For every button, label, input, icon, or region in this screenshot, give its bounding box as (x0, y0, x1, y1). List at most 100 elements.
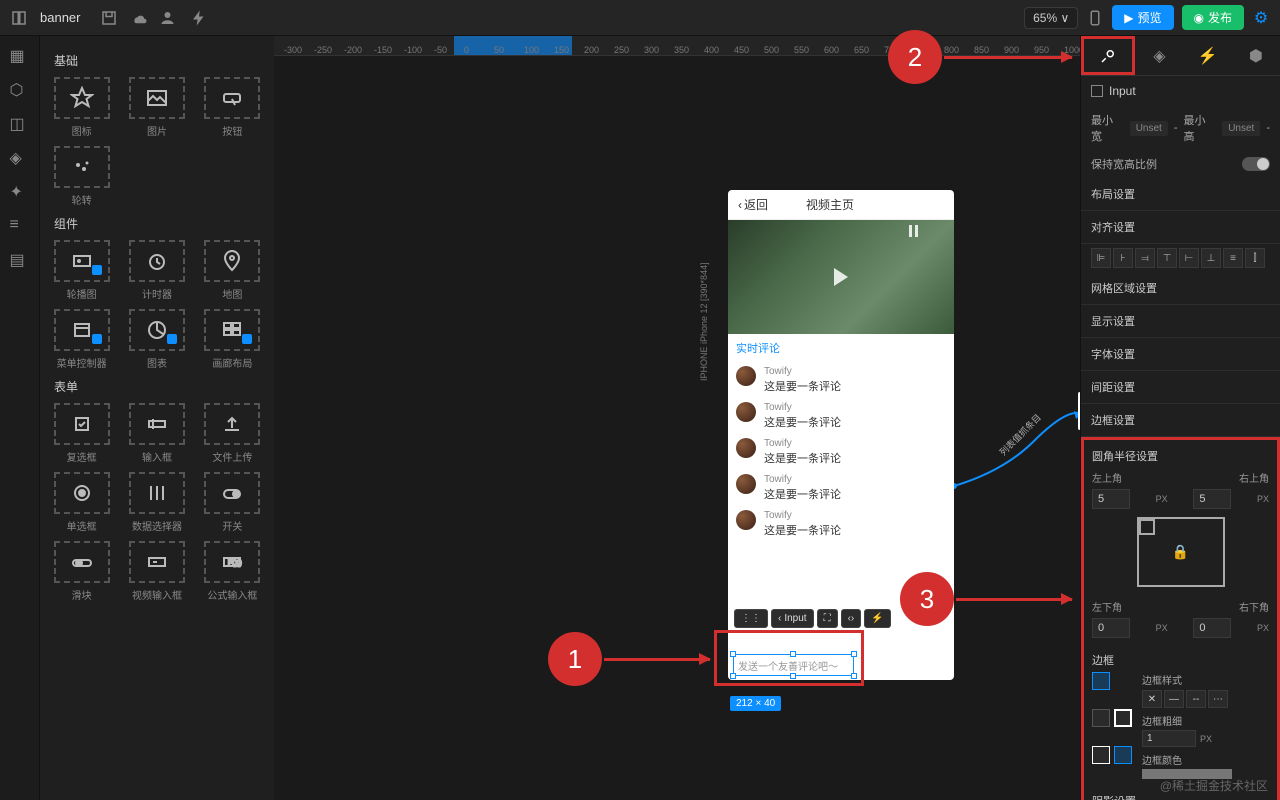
user-add-icon[interactable] (160, 9, 178, 27)
corner-bl-input[interactable] (1092, 618, 1130, 638)
section-spacing[interactable]: 间距设置 (1081, 371, 1280, 404)
border-right[interactable] (1114, 709, 1132, 727)
comment-row[interactable]: Towify这是要一条评论 (728, 434, 954, 470)
expand-icon[interactable]: ⛶ (817, 609, 838, 628)
pin-icon[interactable]: ✦ (10, 182, 30, 202)
comp-image[interactable]: 图片 (123, 77, 190, 138)
border-width-input[interactable] (1142, 730, 1196, 747)
canvas[interactable]: -300-250-200-150-100-5005010015020025030… (274, 36, 1080, 800)
comp-gallery[interactable]: 画廊布局 (199, 309, 266, 370)
align-center-v[interactable]: ⊢ (1179, 248, 1199, 268)
drag-handle[interactable]: ⋮⋮ (734, 609, 768, 628)
comp-chart[interactable]: 图表 (123, 309, 190, 370)
lock-icon[interactable]: 🔒 (1172, 544, 1189, 561)
comp-switch[interactable]: 开关 (199, 472, 266, 533)
align-top[interactable]: ⊤ (1157, 248, 1177, 268)
comp-icon[interactable]: 图标 (48, 77, 115, 138)
comment-row[interactable]: Towify这是要一条评论 (728, 506, 954, 542)
bolt-icon[interactable]: ⚡ (864, 609, 890, 628)
save-icon[interactable] (100, 9, 118, 27)
comment-author: Towify (764, 366, 841, 377)
align-center-h[interactable]: ⊦ (1113, 248, 1133, 268)
layers-icon[interactable] (10, 9, 28, 27)
align-right[interactable]: ⫤ (1135, 248, 1155, 268)
comp-button[interactable]: 按钮 (199, 77, 266, 138)
comp-slider[interactable]: 滑块 (48, 541, 115, 602)
zoom-select[interactable]: 65% ∨ (1024, 7, 1078, 29)
device-icon[interactable] (1086, 9, 1104, 27)
code-icon[interactable]: ‹› (841, 609, 862, 628)
tab-layout[interactable]: ◈ (1135, 36, 1183, 75)
section-border[interactable]: 边框设置 (1081, 404, 1280, 437)
section-layout[interactable]: 布局设置 (1081, 178, 1280, 211)
bolt-icon[interactable] (190, 9, 208, 27)
section-grid-area[interactable]: 网格区域设置 (1081, 272, 1280, 305)
comment-row[interactable]: Towify这是要一条评论 (728, 398, 954, 434)
corner-tl-input[interactable] (1092, 489, 1130, 509)
comment-row[interactable]: Towify这是要一条评论 (728, 362, 954, 398)
align-bottom[interactable]: ⊥ (1201, 248, 1221, 268)
resize-handle[interactable] (730, 651, 736, 657)
distribute-v[interactable]: ⫿ (1245, 248, 1265, 268)
comp-input[interactable]: 输入框 (123, 403, 190, 464)
resize-handle[interactable] (790, 673, 796, 679)
comp-data-picker[interactable]: 数据选择器 (123, 472, 190, 533)
list-icon[interactable]: ≡ (10, 216, 30, 236)
comment-author: Towify (764, 402, 841, 413)
annotation-2: 2 (888, 30, 942, 84)
comp-video-input[interactable]: 视频输入框 (123, 541, 190, 602)
min-width-input[interactable]: Unset (1130, 121, 1168, 136)
breadcrumb-input[interactable]: ‹ Input (771, 609, 814, 628)
grid-icon[interactable]: ▤ (10, 250, 30, 270)
settings-icon[interactable]: ⚙ (1252, 9, 1270, 27)
comp-upload[interactable]: 文件上传 (199, 403, 266, 464)
border-left[interactable] (1114, 746, 1132, 764)
distribute-h[interactable]: ≡ (1223, 248, 1243, 268)
comp-map[interactable]: 地图 (199, 240, 266, 301)
min-height-input[interactable]: Unset (1222, 121, 1260, 136)
device-label: IPHONE iPhone 12 [390*844] (699, 262, 709, 381)
section-font[interactable]: 字体设置 (1081, 338, 1280, 371)
border-dashed[interactable]: -- (1186, 690, 1206, 708)
resize-handle[interactable] (851, 651, 857, 657)
tree-icon[interactable]: ⬡ (10, 80, 30, 100)
border-solid[interactable]: — (1164, 690, 1184, 708)
border-none[interactable]: ✕ (1142, 690, 1162, 708)
realtime-label: 实时评论 (728, 334, 954, 362)
border-top[interactable] (1092, 709, 1110, 727)
border-bottom[interactable] (1092, 746, 1110, 764)
resize-handle[interactable] (851, 673, 857, 679)
back-button[interactable]: ‹ 返回 (738, 196, 768, 213)
cloud-icon[interactable] (130, 9, 148, 27)
components-icon[interactable]: ◫ (10, 114, 30, 134)
corner-tr-input[interactable] (1193, 489, 1231, 509)
comp-menu-ctrl[interactable]: 菜单控制器 (48, 309, 115, 370)
selected-element-name: Input (1081, 76, 1280, 106)
border-dotted[interactable]: ⋯ (1208, 690, 1228, 708)
align-left[interactable]: ⊫ (1091, 248, 1111, 268)
tab-actions[interactable]: ⚡ (1184, 36, 1232, 75)
border-all[interactable] (1092, 672, 1110, 690)
comp-timer[interactable]: 计时器 (123, 240, 190, 301)
page-icon[interactable]: ▦ (10, 46, 30, 66)
layers2-icon[interactable]: ◈ (10, 148, 30, 168)
comp-slider-img[interactable]: 轮播图 (48, 240, 115, 301)
video-player[interactable] (728, 220, 954, 334)
publish-button[interactable]: ◉ 发布 (1182, 5, 1245, 30)
comp-carousel[interactable]: 轮转 (48, 146, 115, 207)
tab-data[interactable]: ⬢ (1232, 36, 1280, 75)
comp-formula[interactable]: F(X)公式输入框 (199, 541, 266, 602)
corner-br-input[interactable] (1193, 618, 1231, 638)
popout-comment-card[interactable]: Towify这是要一条评论 (1078, 392, 1080, 430)
resize-handle[interactable] (790, 651, 796, 657)
corner-preview: 🔒 (1137, 517, 1225, 587)
aspect-ratio-toggle[interactable] (1242, 157, 1270, 171)
comment-row[interactable]: Towify这是要一条评论 (728, 470, 954, 506)
resize-handle[interactable] (730, 673, 736, 679)
preview-button[interactable]: ▶ 预览 (1112, 5, 1173, 30)
section-display[interactable]: 显示设置 (1081, 305, 1280, 338)
comp-radio[interactable]: 单选框 (48, 472, 115, 533)
tab-style[interactable] (1081, 36, 1135, 75)
comp-checkbox[interactable]: 复选框 (48, 403, 115, 464)
page-title: 视频主页 (806, 196, 854, 213)
